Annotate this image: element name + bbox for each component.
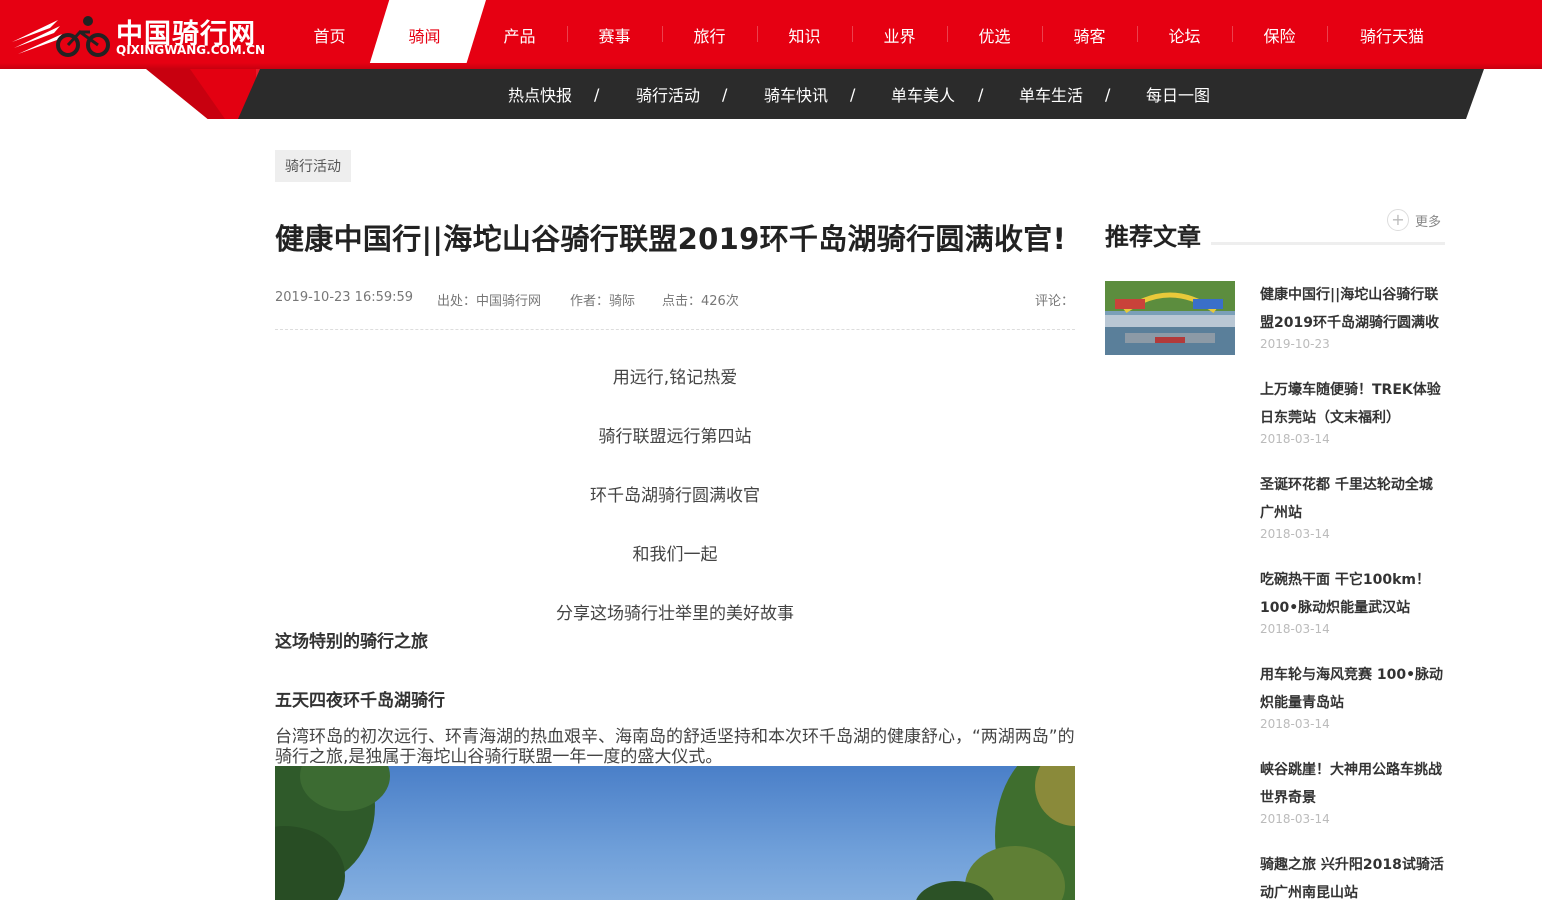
recommended-title[interactable]: 峡谷跳崖！大神用公路车挑战世界奇景: [1260, 756, 1445, 812]
sidebar-title-underline: [1211, 242, 1445, 245]
nav-item-events[interactable]: 赛事: [567, 0, 662, 69]
nav-divider: [1327, 26, 1328, 42]
nav-item-knowledge[interactable]: 知识: [757, 0, 852, 69]
subnav-item-flash[interactable]: 骑车快讯: [764, 69, 828, 119]
cyclist-logo-icon: [12, 16, 110, 57]
recommended-date: 2018-03-14: [1260, 717, 1330, 731]
article-photo: [275, 766, 1075, 900]
subnav-separator: /: [722, 85, 728, 104]
section-heading: 这场特别的骑行之旅: [275, 632, 428, 652]
nav-item-products[interactable]: 产品: [472, 0, 567, 69]
subnav-separator: /: [1105, 85, 1111, 104]
recommended-title[interactable]: 上万壕车随便骑！TREK体验日东莞站（文末福利）: [1260, 376, 1445, 432]
recommended-date: 2019-10-23: [1260, 337, 1330, 351]
article-source: 出处：中国骑行网: [437, 294, 542, 309]
trees-sky-image: [275, 766, 1075, 900]
nav-item-industry[interactable]: 业界: [852, 0, 947, 69]
sidebar-title: 推荐文章: [1105, 223, 1201, 251]
nav-item-picks[interactable]: 优选: [947, 0, 1042, 69]
recommended-item[interactable]: 上万壕车随便骑！TREK体验日东莞站（文末福利） 2018-03-14: [1260, 376, 1445, 446]
nav-item-riders[interactable]: 骑客: [1042, 0, 1137, 69]
article-title: 健康中国行||海坨山谷骑行联盟2019环千岛湖骑行圆满收官!: [275, 222, 1067, 256]
recommended-date: 2018-03-14: [1260, 527, 1330, 541]
intro-line: 用远行,铭记热爱: [612, 368, 738, 388]
recommended-item[interactable]: 用车轮与海风竞赛 100•脉动炽能量青岛站 2018-03-14: [1260, 661, 1445, 731]
recommended-title[interactable]: 用车轮与海风竞赛 100•脉动炽能量青岛站: [1260, 661, 1445, 717]
intro-line: 分享这场骑行壮举里的美好故事: [556, 604, 794, 624]
site-logo[interactable]: 中国骑行网 QIXINGWANG.COM.CN: [10, 10, 265, 60]
recommended-date: 2018-03-14: [1260, 812, 1330, 826]
subnav-item-hot[interactable]: 热点快报: [508, 69, 572, 119]
recommended-item[interactable]: 骑趣之旅 兴升阳2018试骑活动广州南昆山站: [1260, 851, 1445, 900]
article-meta: 2019-10-23 16:59:59 出处：中国骑行网 作者：骑际 点击：42…: [275, 290, 1075, 310]
subnav-separator: /: [978, 85, 984, 104]
recommended-item[interactable]: 峡谷跳崖！大神用公路车挑战世界奇景 2018-03-14: [1260, 756, 1445, 826]
recommended-date: 2018-03-14: [1260, 622, 1330, 636]
article-clicks: 点击：426次: [662, 294, 739, 309]
subnav-item-beauty[interactable]: 单车美人: [891, 69, 955, 119]
article-comments[interactable]: 评论：: [1035, 290, 1074, 309]
recommended-title[interactable]: 骑趣之旅 兴升阳2018试骑活动广州南昆山站: [1260, 851, 1445, 900]
nav-item-news[interactable]: 骑闻: [377, 0, 472, 69]
recommended-item[interactable]: 健康中国行||海坨山谷骑行联盟2019环千岛湖骑行圆满收 2019-10-23: [1260, 281, 1445, 351]
article-datetime: 2019-10-23 16:59:59: [275, 290, 414, 305]
top-navigation-bar: 中国骑行网 QIXINGWANG.COM.CN 首页 骑闻 产品 赛事 旅行 知…: [0, 0, 1542, 69]
subnav-separator: /: [850, 85, 856, 104]
more-link[interactable]: + 更多: [1387, 209, 1441, 231]
intro-line: 骑行联盟远行第四站: [598, 427, 752, 447]
recommended-item[interactable]: 圣诞环花都 千里达轮动全城广州站 2018-03-14: [1260, 471, 1445, 541]
subnav-item-daily-photo[interactable]: 每日一图: [1146, 69, 1210, 119]
subnav-item-activities[interactable]: 骑行活动: [636, 69, 700, 119]
plus-icon: +: [1387, 209, 1409, 231]
recommended-date: 2018-03-14: [1260, 432, 1330, 446]
article-author: 作者：骑际: [570, 294, 636, 309]
subnav-item-life[interactable]: 单车生活: [1019, 69, 1083, 119]
nav-item-forum[interactable]: 论坛: [1137, 0, 1232, 69]
article-paragraph: 台湾环岛的初次远行、环青海湖的热血艰辛、海南岛的舒适坚持和本次环千岛湖的健康舒心…: [275, 727, 1075, 767]
article: 健康中国行||海坨山谷骑行联盟2019环千岛湖骑行圆满收官! 2019-10-2…: [275, 215, 1075, 900]
recommended-title[interactable]: 圣诞环花都 千里达轮动全城广州站: [1260, 471, 1445, 527]
recommended-item[interactable]: 吃碗热干面 干它100km！100•脉动炽能量武汉站 2018-03-14: [1260, 566, 1445, 636]
subnav-separator: /: [594, 85, 600, 104]
nav-item-tmall[interactable]: 骑行天猫: [1337, 0, 1447, 69]
nav-item-insurance[interactable]: 保险: [1232, 0, 1327, 69]
recommended-title[interactable]: 健康中国行||海坨山谷骑行联盟2019环千岛湖骑行圆满收: [1260, 281, 1445, 337]
meta-divider: [275, 329, 1075, 330]
intro-line: 环千岛湖骑行圆满收官: [590, 486, 760, 506]
logo-english-text: QIXINGWANG.COM.CN: [116, 43, 266, 57]
recommended-title[interactable]: 吃碗热干面 干它100km！100•脉动炽能量武汉站: [1260, 566, 1445, 622]
event-banner-image: [1105, 281, 1235, 355]
nav-item-travel[interactable]: 旅行: [662, 0, 757, 69]
recommended-thumbnail[interactable]: [1105, 281, 1235, 355]
more-label: 更多: [1415, 214, 1442, 230]
intro-line: 和我们一起: [632, 545, 718, 565]
sub-navigation-bar: 热点快报 / 骑行活动 / 骑车快讯 / 单车美人 / 单车生活 / 每日一图: [238, 69, 1484, 119]
section-heading: 五天四夜环千岛湖骑行: [275, 691, 445, 711]
category-tag[interactable]: 骑行活动: [275, 150, 351, 182]
nav-item-home[interactable]: 首页: [282, 0, 377, 69]
